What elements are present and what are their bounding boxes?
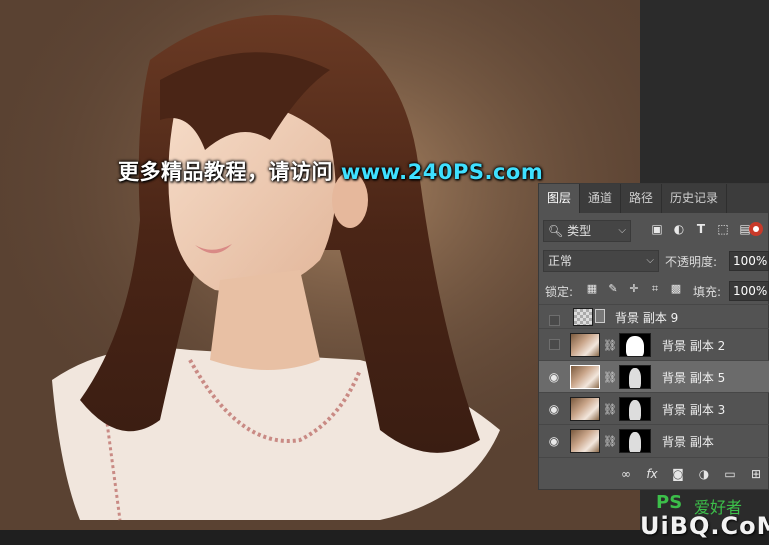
- chain-link-icon[interactable]: ⛓: [603, 339, 617, 352]
- tab-history[interactable]: 历史记录: [662, 184, 728, 213]
- fx-icon[interactable]: fx: [644, 467, 660, 481]
- blend-mode-select[interactable]: 正常 ⌵: [543, 250, 659, 272]
- watermark-text: 更多精品教程，请访问 www.240PS.com: [118, 156, 543, 186]
- opacity-input[interactable]: 100%: [729, 251, 769, 271]
- visibility-toggle[interactable]: [549, 339, 560, 350]
- visibility-toggle[interactable]: [549, 315, 560, 326]
- filter-toggle[interactable]: [749, 222, 763, 236]
- layer-name[interactable]: 背景 副本 2: [662, 337, 725, 354]
- layer-name[interactable]: 背景 副本: [662, 433, 714, 450]
- panel-tabs: 图层 通道 路径 历史记录: [539, 184, 768, 213]
- layer-thumbnail: [570, 429, 600, 453]
- filter-row: 🔍︎ 类型 ⌵ ▣ ◐ T ⬚ ▤: [539, 218, 769, 244]
- fill-label: 填充:: [693, 285, 722, 299]
- chevron-down-icon: ⌵: [618, 225, 626, 236]
- layer-thumbnail: [573, 308, 593, 326]
- layer-name[interactable]: 背景 副本 5: [662, 369, 725, 386]
- eye-icon[interactable]: ◉: [547, 370, 561, 384]
- watermark-url: www.240PS.com: [340, 160, 544, 184]
- filter-type-label: 类型: [567, 224, 592, 238]
- logo-url: UiBQ.CoM: [640, 512, 769, 540]
- folder-icon[interactable]: ▭: [722, 467, 738, 481]
- layer-row[interactable]: ◉ ⛓ 背景 副本: [539, 424, 769, 456]
- lock-transparency-icon[interactable]: ▦: [585, 282, 599, 296]
- new-layer-icon[interactable]: ⊞: [748, 467, 764, 481]
- fill-input[interactable]: 100%: [729, 281, 769, 301]
- eye-icon[interactable]: ◉: [547, 402, 561, 416]
- layers-panel: 图层 通道 路径 历史记录 🔍︎ 类型 ⌵ ▣ ◐ T ⬚ ▤ 正常 ⌵ 不透明…: [538, 183, 769, 490]
- adjustment-icon[interactable]: ◑: [696, 467, 712, 481]
- layer-row[interactable]: ⛓ 背景 副本 2: [539, 328, 769, 360]
- watermark-label: 更多精品教程，请访问: [118, 160, 333, 184]
- layer-thumbnail: [570, 365, 600, 389]
- lock-paint-icon[interactable]: ✎: [606, 282, 620, 296]
- lock-all-icon[interactable]: ▩: [669, 282, 683, 296]
- chain-link-icon[interactable]: ⛓: [603, 435, 617, 448]
- tab-layers[interactable]: 图层: [539, 184, 581, 213]
- chevron-down-icon: ⌵: [646, 255, 654, 266]
- tab-channels[interactable]: 通道: [580, 184, 622, 213]
- layer-row[interactable]: 背景 副本 9: [539, 304, 769, 328]
- layer-filter-select[interactable]: 🔍︎ 类型 ⌵: [543, 220, 631, 242]
- eye-icon[interactable]: ◉: [547, 434, 561, 448]
- shape-filter-icon[interactable]: ⬚: [715, 221, 731, 237]
- layer-name[interactable]: 背景 副本 9: [615, 309, 678, 326]
- lock-row: 锁定: ▦ ✎ ✛ ⌗ ▩ 填充: 100%: [539, 279, 769, 303]
- chain-link-icon[interactable]: ⛓: [603, 403, 617, 416]
- layer-thumbnail: [570, 333, 600, 357]
- layers-list: 背景 副本 9 ⛓ 背景 副本 2 ◉ ⛓ 背景 副本 5 ◉ ⛓ 背景 副本 …: [539, 304, 769, 456]
- lock-icons: ▦ ✎ ✛ ⌗ ▩: [585, 282, 683, 296]
- search-icon: 🔍︎: [548, 224, 564, 238]
- layer-mask-thumbnail[interactable]: [619, 333, 651, 357]
- chain-link-icon[interactable]: ⛓: [603, 371, 617, 384]
- layer-mask-thumbnail[interactable]: [619, 397, 651, 421]
- smart-object-icon: [595, 309, 605, 323]
- layer-mask-thumbnail[interactable]: [619, 365, 651, 389]
- layer-thumbnail: [570, 397, 600, 421]
- image-filter-icon[interactable]: ▣: [649, 221, 665, 237]
- blend-mode-value: 正常: [548, 254, 573, 268]
- logo-ps: PS: [656, 492, 683, 513]
- layer-row[interactable]: ◉ ⛓ 背景 副本 3: [539, 392, 769, 424]
- blend-row: 正常 ⌵ 不透明度: 100%: [539, 248, 769, 274]
- lock-artboard-icon[interactable]: ⌗: [648, 282, 662, 296]
- mask-icon[interactable]: ◙: [670, 467, 686, 481]
- tab-paths[interactable]: 路径: [621, 184, 663, 213]
- filter-icons: ▣ ◐ T ⬚ ▤: [649, 221, 753, 237]
- adjustment-filter-icon[interactable]: ◐: [671, 221, 687, 237]
- layer-row-selected[interactable]: ◉ ⛓ 背景 副本 5: [539, 360, 769, 392]
- type-filter-icon[interactable]: T: [693, 221, 709, 237]
- layer-mask-thumbnail[interactable]: [619, 429, 651, 453]
- layer-name[interactable]: 背景 副本 3: [662, 401, 725, 418]
- layers-bottom-toolbar: ∞ fx ◙ ◑ ▭ ⊞: [539, 457, 769, 489]
- lock-label: 锁定:: [545, 285, 574, 299]
- lock-position-icon[interactable]: ✛: [627, 282, 641, 296]
- link-icon[interactable]: ∞: [618, 467, 634, 481]
- opacity-label: 不透明度:: [665, 255, 718, 269]
- site-logo: PS 爱好者 UiBQ.CoM: [640, 492, 769, 542]
